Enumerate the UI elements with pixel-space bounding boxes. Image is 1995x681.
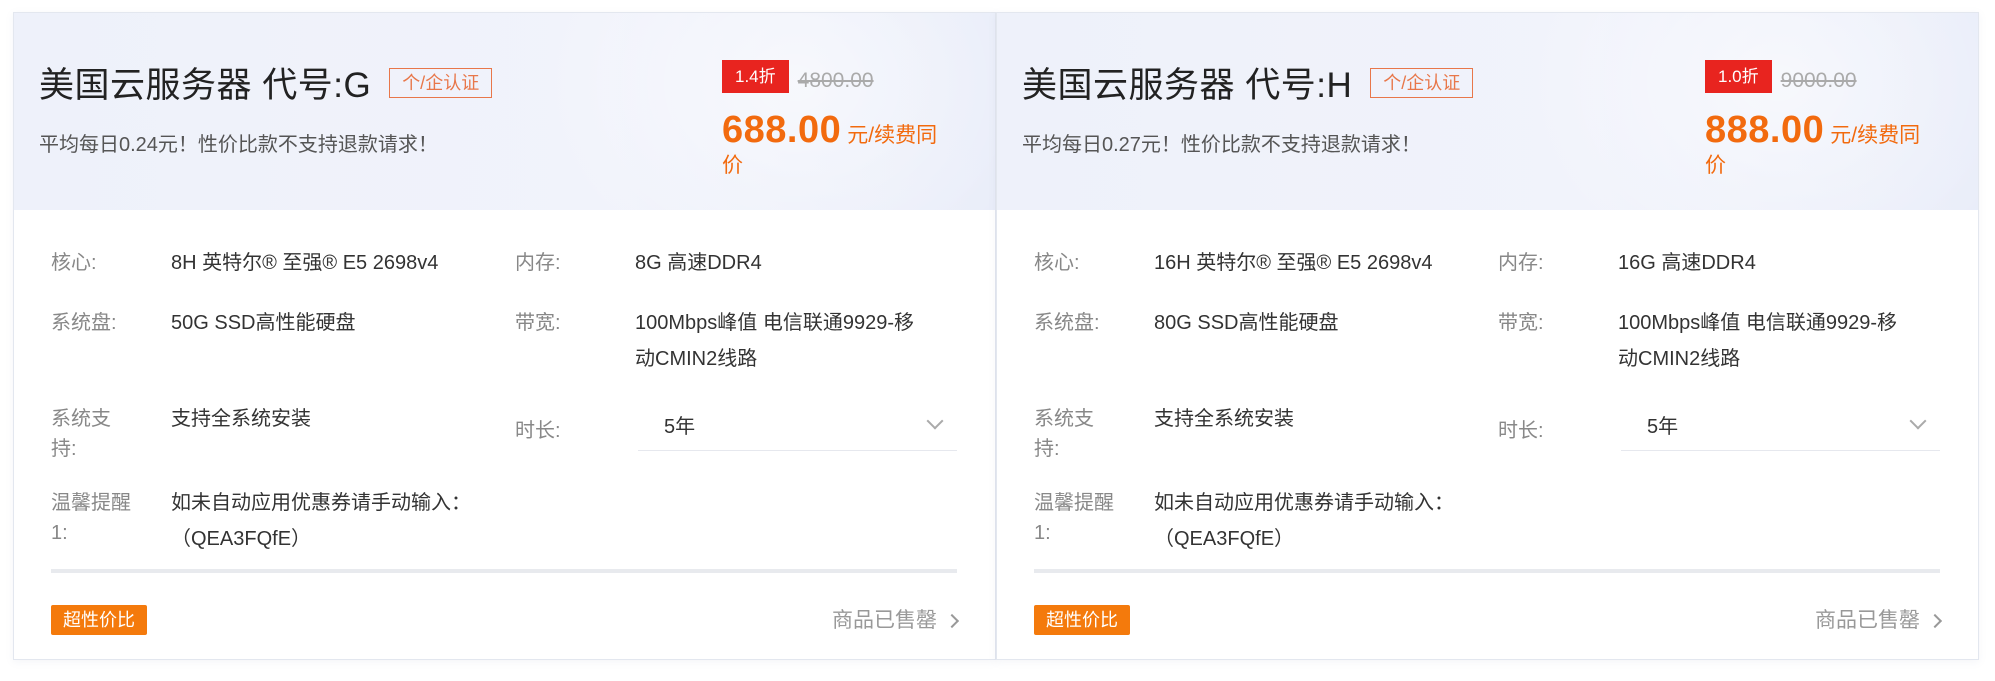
product-card-g: 美国云服务器 代号:G 个/企认证 平均每日0.24元！性价比款不支持退款请求！… (13, 12, 996, 660)
os-value: 支持全系统安装 (171, 408, 311, 430)
tip-value: 如未自动应用优惠券请手动输入： (1154, 492, 1454, 514)
price-row: 888.00 元/续费同 (1705, 111, 1945, 157)
product-subtitle: 平均每日0.24元！性价比款不支持退款请求！ (39, 134, 438, 156)
discount-row: 1.4折 4800.00 (722, 59, 962, 93)
bandwidth-label: 带宽: (515, 312, 561, 334)
card-footer: 超性价比 商品已售罄 (51, 605, 960, 637)
soldout-label: 商品已售罄 (1815, 609, 1920, 632)
value-tag: 超性价比 (1034, 605, 1130, 635)
duration-label: 时长: (515, 420, 561, 442)
core-label: 核心: (1034, 252, 1080, 274)
card-footer: 超性价比 商品已售罄 (1034, 605, 1943, 637)
product-subtitle: 平均每日0.27元！性价比款不支持退款请求！ (1022, 134, 1421, 156)
soldout-link[interactable]: 商品已售罄 (1815, 605, 1943, 637)
memory-label: 内存: (1498, 252, 1544, 274)
card-header: 美国云服务器 代号:H 个/企认证 平均每日0.27元！性价比款不支持退款请求！… (997, 13, 1978, 210)
disk-label: 系统盘: (1034, 312, 1100, 334)
bandwidth-value-cont: 动CMIN2线路 (1618, 348, 1741, 370)
product-cards: 美国云服务器 代号:G 个/企认证 平均每日0.24元！性价比款不支持退款请求！… (13, 12, 1980, 660)
duration-selected: 5年 (1647, 416, 1679, 438)
tip-label-cont: 1: (51, 522, 68, 544)
product-title: 美国云服务器 代号:G (39, 66, 372, 105)
price-unit: 元/续费同 (847, 124, 938, 147)
price-unit: 元/续费同 (1830, 124, 1921, 147)
os-value: 支持全系统安装 (1154, 408, 1294, 430)
chevron-right-icon (1927, 613, 1943, 629)
duration-selected: 5年 (664, 416, 696, 438)
discount-badge: 1.4折 (722, 59, 789, 93)
auth-badge: 个/企认证 (389, 67, 493, 98)
tip-label-cont: 1: (1034, 522, 1051, 544)
bandwidth-label: 带宽: (1498, 312, 1544, 334)
os-label-cont: 持: (51, 438, 77, 460)
coupon-code: （QEA3FQfE） (171, 528, 312, 550)
bandwidth-value: 100Mbps峰值 电信联通9929-移 (1618, 312, 1897, 334)
bandwidth-value: 100Mbps峰值 电信联通9929-移 (635, 312, 914, 334)
divider (51, 569, 957, 573)
memory-label: 内存: (515, 252, 561, 274)
duration-select[interactable]: 5年 (1621, 401, 1940, 451)
disk-value: 50G SSD高性能硬盘 (171, 312, 356, 334)
core-label: 核心: (51, 252, 97, 274)
price-value: 888.00 (1705, 109, 1825, 151)
price-block: 1.4折 4800.00 688.00 元/续费同 价 (722, 59, 962, 179)
soldout-link[interactable]: 商品已售罄 (832, 605, 960, 637)
tip-value: 如未自动应用优惠券请手动输入： (171, 492, 471, 514)
memory-value: 8G 高速DDR4 (635, 252, 762, 274)
price-value: 688.00 (722, 109, 842, 151)
divider (1034, 569, 1940, 573)
price-row: 688.00 元/续费同 (722, 111, 962, 157)
chevron-down-icon (926, 412, 944, 430)
disk-label: 系统盘: (51, 312, 117, 334)
value-tag: 超性价比 (51, 605, 147, 635)
duration-select[interactable]: 5年 (638, 401, 957, 451)
duration-label: 时长: (1498, 420, 1544, 442)
original-price: 9000.00 (1780, 69, 1857, 92)
disk-value: 80G SSD高性能硬盘 (1154, 312, 1339, 334)
discount-badge: 1.0折 (1705, 59, 1772, 93)
auth-badge: 个/企认证 (1370, 67, 1474, 98)
original-price: 4800.00 (797, 69, 874, 92)
title-row: 美国云服务器 代号:H 个/企认证 (1022, 57, 1474, 108)
discount-row: 1.0折 9000.00 (1705, 59, 1945, 93)
product-card-h: 美国云服务器 代号:H 个/企认证 平均每日0.27元！性价比款不支持退款请求！… (996, 12, 1979, 660)
card-header: 美国云服务器 代号:G 个/企认证 平均每日0.24元！性价比款不支持退款请求！… (14, 13, 995, 210)
chevron-right-icon (944, 613, 960, 629)
core-value: 8H 英特尔® 至强® E5 2698v4 (171, 252, 439, 274)
product-title: 美国云服务器 代号:H (1022, 66, 1353, 105)
memory-value: 16G 高速DDR4 (1618, 252, 1756, 274)
os-label-cont: 持: (1034, 438, 1060, 460)
price-block: 1.0折 9000.00 888.00 元/续费同 价 (1705, 59, 1945, 179)
soldout-label: 商品已售罄 (832, 609, 937, 632)
bandwidth-value-cont: 动CMIN2线路 (635, 348, 758, 370)
core-value: 16H 英特尔® 至强® E5 2698v4 (1154, 252, 1433, 274)
title-row: 美国云服务器 代号:G 个/企认证 (39, 57, 493, 108)
coupon-code: （QEA3FQfE） (1154, 528, 1295, 550)
chevron-down-icon (1909, 412, 1927, 430)
